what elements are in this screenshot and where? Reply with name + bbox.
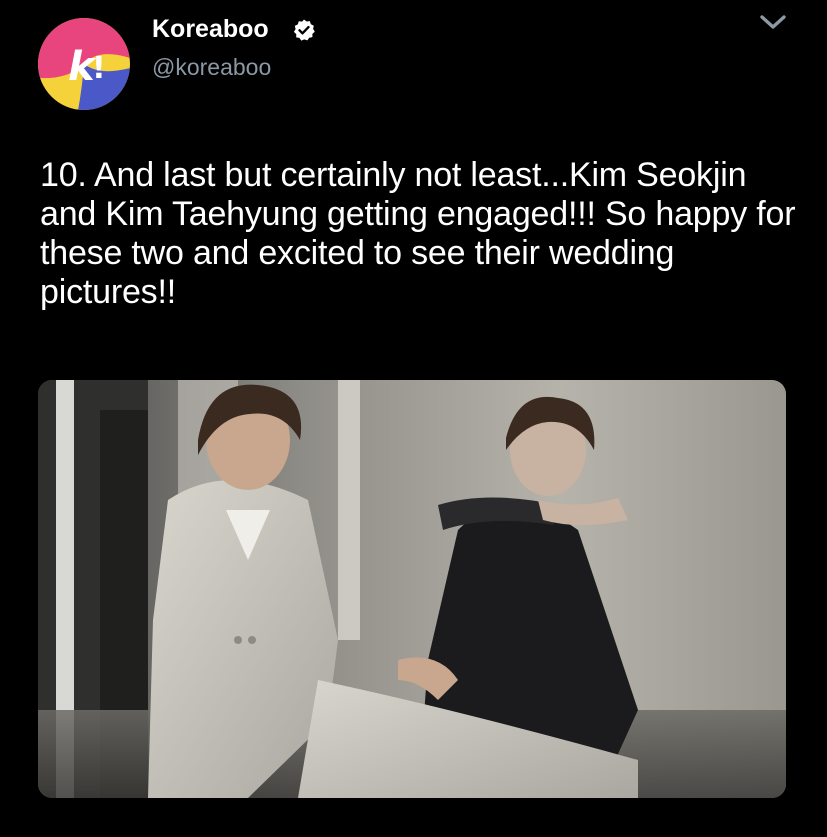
tweet-photo[interactable] bbox=[38, 380, 786, 798]
svg-text:!: ! bbox=[92, 51, 106, 86]
photo-image bbox=[38, 380, 786, 798]
avatar[interactable]: k ! bbox=[38, 18, 130, 110]
verified-badge-icon bbox=[293, 19, 315, 41]
tweet-card: k ! Koreaboo @koreaboo 10. And last but … bbox=[0, 0, 827, 837]
koreaboo-logo-icon: k ! bbox=[38, 18, 130, 110]
display-name[interactable]: Koreaboo bbox=[152, 14, 269, 44]
user-handle[interactable]: @koreaboo bbox=[152, 53, 271, 81]
tweet-text: 10. And last but certainly not least...K… bbox=[40, 156, 796, 311]
chevron-down-icon[interactable] bbox=[756, 10, 790, 34]
